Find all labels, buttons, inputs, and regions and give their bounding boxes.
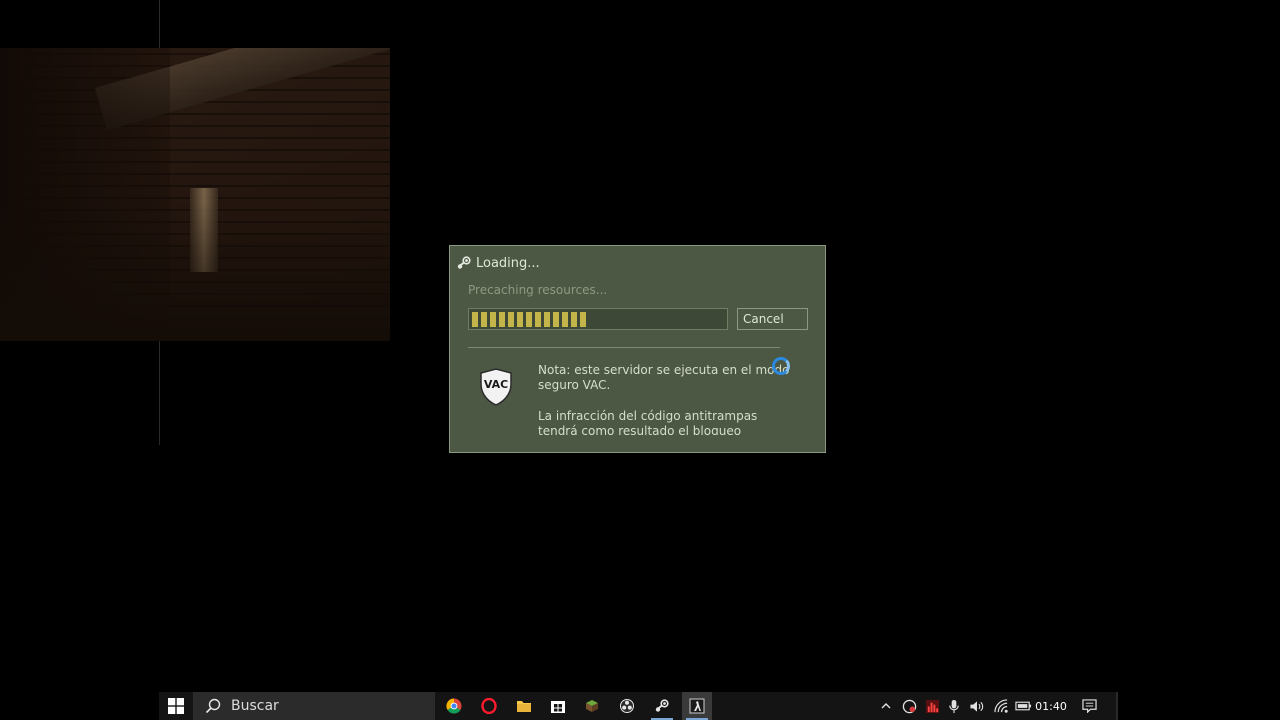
antivirus-icon xyxy=(902,699,916,713)
tray-audio-meter[interactable] xyxy=(922,692,942,720)
vac-notice-line2: La infracción del código antitrampas ten… xyxy=(538,409,758,435)
minecraft-icon xyxy=(586,700,598,712)
search-box[interactable]: Buscar xyxy=(193,692,435,720)
taskbar-app-obs[interactable] xyxy=(612,692,642,720)
opera-icon xyxy=(481,698,497,714)
vac-notice: Nota: este servidor se ejecuta en el mod… xyxy=(538,363,798,435)
progress-segment xyxy=(472,311,478,327)
progress-segment xyxy=(571,311,577,327)
progress-segment xyxy=(535,311,541,327)
show-hidden-icons-button[interactable] xyxy=(877,692,895,720)
obs-icon xyxy=(620,699,634,713)
dialog-title-bar: Loading... xyxy=(456,254,540,272)
vac-notice-line1: Nota: este servidor se ejecuta en el mod… xyxy=(538,363,790,392)
clock[interactable]: 01:40 xyxy=(1033,692,1069,720)
tray-opera-gx[interactable] xyxy=(899,692,919,720)
store-icon xyxy=(551,701,565,713)
action-center-button[interactable] xyxy=(1079,692,1099,720)
taskbar-app-minecraft[interactable] xyxy=(577,692,607,720)
progress-segment xyxy=(490,311,496,327)
progress-bar xyxy=(468,308,728,330)
progress-segment xyxy=(580,311,586,327)
windows-logo-icon xyxy=(168,698,184,714)
vac-shield-icon: VAC xyxy=(480,368,512,406)
file-explorer-icon xyxy=(517,701,531,712)
progress-segment xyxy=(544,311,550,327)
chrome-icon xyxy=(446,698,462,714)
battery-plug-icon xyxy=(1014,701,1031,711)
audio-meter-icon xyxy=(925,699,939,713)
taskbar-app-chrome[interactable] xyxy=(439,692,469,720)
progress-segment xyxy=(517,311,523,327)
start-button[interactable] xyxy=(159,692,193,720)
background-video-frame xyxy=(0,48,390,341)
steam-icon xyxy=(457,256,471,269)
taskbar-app-opera[interactable] xyxy=(474,692,504,720)
vac-badge-text: VAC xyxy=(484,378,508,391)
notifications-icon xyxy=(1081,699,1097,713)
tray-battery[interactable] xyxy=(1013,692,1033,720)
progress-segment xyxy=(481,311,487,327)
tray-microphone[interactable] xyxy=(945,692,963,720)
progress-segment xyxy=(553,311,559,327)
dialog-title: Loading... xyxy=(476,255,540,271)
loading-dialog: Loading... Precaching resources... Cance… xyxy=(449,245,826,453)
search-placeholder: Buscar xyxy=(231,698,279,714)
microphone-icon xyxy=(949,699,959,713)
taskbar-edge xyxy=(1116,692,1118,720)
progress-segment xyxy=(526,311,532,327)
taskbar: Buscar 01:40 xyxy=(159,692,1116,720)
search-icon xyxy=(205,698,221,714)
chevron-up-icon xyxy=(881,703,891,709)
progress-segment xyxy=(499,311,505,327)
tray-volume[interactable] xyxy=(967,692,987,720)
cs-icon xyxy=(689,698,705,714)
dialog-divider xyxy=(468,347,780,348)
tray-network[interactable] xyxy=(991,692,1011,720)
taskbar-app-counter-strike[interactable] xyxy=(682,692,712,720)
wifi-icon xyxy=(993,698,1008,713)
status-text: Precaching resources... xyxy=(468,283,608,297)
cancel-button[interactable]: Cancel xyxy=(737,308,808,330)
progress-segment xyxy=(508,311,514,327)
divider-line-bottom xyxy=(159,341,160,445)
divider-line-top xyxy=(159,0,160,48)
progress-segment xyxy=(562,311,568,327)
taskbar-app-store[interactable] xyxy=(543,692,573,720)
taskbar-app-steam[interactable] xyxy=(647,692,677,720)
steam-taskbar-icon xyxy=(655,699,669,712)
taskbar-app-file-explorer[interactable] xyxy=(509,692,539,720)
speaker-icon xyxy=(970,700,984,712)
busy-cursor-icon xyxy=(772,357,790,375)
